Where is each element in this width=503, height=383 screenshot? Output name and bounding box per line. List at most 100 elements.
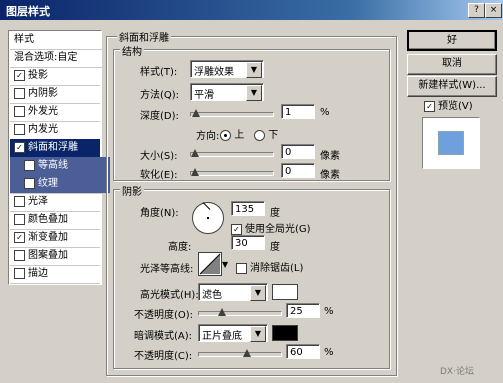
- styles-list: 样式 混合选项:自定 ✓ 投影 内阴影 外发光 内发光 ✓ 斜面和浮雕 等高线 纹理 光泽 颜色叠加 ✓ 渐…: [8, 30, 110, 285]
- close-button[interactable]: ×: [485, 3, 502, 18]
- sidebar-item-checkbox[interactable]: ✓: [14, 141, 25, 153]
- sidebar-item-checkbox[interactable]: [14, 195, 25, 207]
- shadow-mode-label: 暗调模式(A):: [134, 331, 193, 342]
- sidebar-item[interactable]: 等高线: [10, 157, 110, 176]
- depth-slider-thumb[interactable]: [192, 109, 201, 117]
- sidebar-item-checkbox[interactable]: ✓: [14, 231, 25, 243]
- shadow-opacity-input[interactable]: 60: [286, 344, 320, 359]
- ok-button[interactable]: 好: [407, 30, 497, 51]
- chevron-down-icon: ▼: [250, 326, 266, 342]
- gloss-contour-preview[interactable]: [198, 252, 222, 276]
- highlight-color-swatch[interactable]: [272, 284, 298, 300]
- contour-chevron-down-icon[interactable]: ▼: [222, 260, 228, 269]
- global-light-option[interactable]: ✓ 使用全局光(G): [231, 220, 311, 235]
- sidebar-item[interactable]: 内阴影: [10, 85, 100, 104]
- sidebar-item[interactable]: ✓ 斜面和浮雕: [10, 139, 100, 158]
- sidebar-item[interactable]: 描边: [10, 265, 100, 284]
- bevel-emboss-group: 斜面和浮雕 结构 样式(T): 浮雕效果 ▼ 方法(Q): 平滑 ▼ 深度(D)…: [106, 29, 397, 376]
- soften-unit: 像素: [320, 170, 340, 181]
- cancel-button[interactable]: 取消: [407, 54, 497, 75]
- shadow-opacity-thumb[interactable]: [243, 349, 252, 357]
- sidebar-item[interactable]: 光泽: [10, 193, 100, 212]
- size-slider[interactable]: [190, 149, 274, 157]
- direction-label: 方向:: [196, 131, 220, 142]
- highlight-opacity-thumb[interactable]: [217, 308, 226, 316]
- sidebar-item-checkbox[interactable]: [14, 249, 25, 261]
- soften-input[interactable]: 0: [281, 163, 315, 178]
- highlight-mode-dropdown[interactable]: 滤色 ▼: [198, 283, 268, 301]
- structure-group: 结构 样式(T): 浮雕效果 ▼ 方法(Q): 平滑 ▼ 深度(D): 1 % …: [113, 43, 390, 181]
- style-dropdown[interactable]: 浮雕效果 ▼: [190, 60, 264, 78]
- radio-up[interactable]: [220, 129, 231, 141]
- preview-label: 预览(V): [438, 101, 473, 112]
- style-label: 样式(T):: [140, 67, 178, 78]
- sidebar-item-checkbox[interactable]: [14, 213, 25, 225]
- sidebar-item[interactable]: ✓ 投影: [10, 67, 100, 86]
- size-input[interactable]: 0: [281, 144, 315, 159]
- shading-title: 阴影: [120, 183, 144, 198]
- technique-dropdown[interactable]: 平滑 ▼: [190, 83, 264, 101]
- sidebar-item-label: 投影: [28, 70, 48, 81]
- depth-input[interactable]: 1: [281, 104, 315, 119]
- direction-down-option[interactable]: 下: [254, 126, 278, 141]
- sidebar-item-checkbox[interactable]: [24, 177, 35, 189]
- sidebar-item-checkbox[interactable]: [24, 159, 35, 171]
- sidebar-item-label: 混合选项:自定: [14, 52, 78, 63]
- sidebar-item-checkbox[interactable]: [14, 123, 25, 135]
- sidebar-item[interactable]: 样式: [10, 31, 104, 50]
- sidebar-item-label: 图案叠加: [28, 250, 68, 261]
- soften-slider[interactable]: [190, 168, 274, 176]
- depth-unit: %: [320, 107, 330, 118]
- sidebar-item-label: 等高线: [38, 160, 68, 171]
- shadow-mode-dropdown[interactable]: 正片叠底 ▼: [198, 324, 268, 342]
- style-value: 浮雕效果: [194, 67, 234, 78]
- sidebar-item-checkbox[interactable]: [14, 267, 25, 279]
- size-label: 大小(S):: [140, 151, 178, 162]
- sidebar-item-label: 纹理: [38, 178, 58, 189]
- radio-down[interactable]: [254, 129, 265, 141]
- soften-slider-thumb[interactable]: [191, 168, 199, 176]
- shadow-opacity-label: 不透明度(C):: [134, 351, 193, 362]
- direction-up-option[interactable]: 上: [220, 126, 244, 141]
- structure-title: 结构: [120, 43, 144, 58]
- antialias-label: 消除锯齿(L): [250, 263, 304, 274]
- depth-slider[interactable]: [190, 109, 274, 117]
- sidebar-item[interactable]: 混合选项:自定: [10, 49, 104, 68]
- angle-dial[interactable]: [192, 202, 224, 234]
- shadow-opacity-slider[interactable]: [198, 349, 282, 357]
- sidebar-item[interactable]: 纹理: [10, 175, 110, 194]
- global-light-label: 使用全局光(G): [245, 224, 311, 235]
- sidebar-item[interactable]: ✓ 渐变叠加: [10, 229, 100, 248]
- highlight-opacity-unit: %: [324, 306, 334, 317]
- global-light-checkbox[interactable]: ✓: [231, 223, 242, 235]
- sidebar-item-checkbox[interactable]: ✓: [14, 69, 25, 81]
- angle-dial-center: [207, 217, 209, 219]
- antialias-option[interactable]: 消除锯齿(L): [236, 259, 303, 274]
- angle-dial-needle: [202, 202, 211, 210]
- sidebar-item-label: 颜色叠加: [28, 214, 68, 225]
- contour-graph-icon: [199, 253, 221, 275]
- size-slider-thumb[interactable]: [191, 149, 199, 157]
- preview-box: [422, 117, 480, 169]
- sidebar-item[interactable]: 外发光: [10, 103, 100, 122]
- highlight-mode-value: 滤色: [202, 290, 222, 301]
- preview-checkbox[interactable]: ✓: [424, 100, 435, 112]
- antialias-checkbox[interactable]: [236, 262, 247, 274]
- altitude-label: 高度:: [168, 242, 192, 253]
- sidebar-item-checkbox[interactable]: [14, 87, 25, 99]
- altitude-input[interactable]: 30: [231, 235, 265, 250]
- highlight-opacity-slider[interactable]: [198, 308, 282, 316]
- sidebar-item[interactable]: 颜色叠加: [10, 211, 100, 230]
- sidebar-item[interactable]: 图案叠加: [10, 247, 100, 266]
- highlight-opacity-input[interactable]: 25: [286, 303, 320, 318]
- angle-input[interactable]: 135: [231, 201, 265, 216]
- sidebar-item[interactable]: 内发光: [10, 121, 100, 140]
- sidebar-item-checkbox[interactable]: [14, 105, 25, 117]
- direction-down-label: 下: [268, 130, 279, 141]
- new-style-button[interactable]: 新建样式(W)...: [407, 76, 497, 97]
- shadow-color-swatch[interactable]: [272, 325, 298, 341]
- technique-value: 平滑: [194, 90, 214, 101]
- help-button[interactable]: ?: [468, 3, 485, 18]
- preview-option[interactable]: ✓ 预览(V): [424, 97, 473, 112]
- window-title: 图层样式: [6, 5, 50, 18]
